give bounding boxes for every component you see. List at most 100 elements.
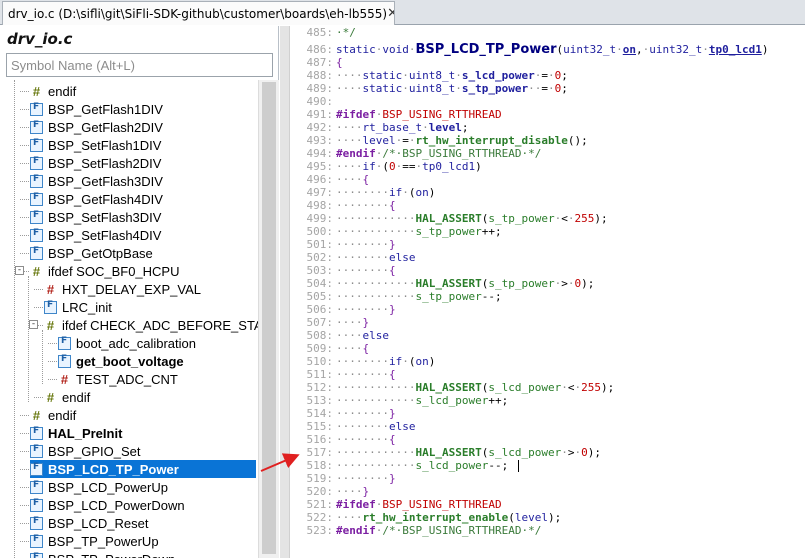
code-line[interactable]: 505: ············s_tp_power--;: [291, 290, 502, 303]
code-line[interactable]: 498: ········{: [291, 199, 396, 212]
file-tab-title[interactable]: drv_io.c (D:\sifli\git\SiFli-SDK-github\…: [8, 7, 387, 21]
code-line[interactable]: 506: ········}: [291, 303, 396, 316]
symbol-item[interactable]: BSP_SetFlash2DIV: [30, 154, 163, 172]
code-line[interactable]: 517: ············HAL_ASSERT(s_lcd_power·>…: [291, 446, 601, 459]
code-line[interactable]: 518: ············s_lcd_power--;: [291, 459, 509, 472]
code-editor[interactable]: 485: ·*/ 486: static·void·BSP_LCD_TP_Power(…: [291, 26, 805, 558]
code-token: ·: [408, 43, 416, 56]
symbol-item-label: BSP_GetFlash4DIV: [48, 191, 163, 207]
symbol-item[interactable]: endif: [44, 388, 92, 406]
symbol-item[interactable]: endif: [30, 406, 78, 424]
symbol-scrollbar[interactable]: [258, 80, 279, 558]
code-line[interactable]: 503: ········{: [291, 264, 396, 277]
line-number: 508:: [306, 329, 334, 342]
symbol-search-input[interactable]: [6, 53, 273, 77]
code-line[interactable]: 504: ············HAL_ASSERT(s_tp_power·>·…: [291, 277, 595, 290]
code-token: if: [388, 355, 403, 368]
close-icon[interactable]: ✕: [387, 6, 394, 21]
code-line[interactable]: 501: ········}: [291, 238, 396, 251]
symbol-item[interactable]: BSP_GetFlash1DIV: [30, 100, 165, 118]
code-line[interactable]: 491: #ifdef·BSP_USING_RTTHREAD: [291, 108, 502, 121]
code-line[interactable]: 507: ····}: [291, 316, 370, 329]
code-token: tp0_lcd1: [708, 43, 762, 56]
code-line[interactable]: 490:: [291, 95, 336, 108]
symbol-item-label: BSP_LCD_PowerDown: [48, 497, 185, 513]
code-token: ): [428, 186, 436, 199]
code-line[interactable]: 493: ····level·=·rt_hw_interrupt_disable(…: [291, 134, 588, 147]
file-tab[interactable]: drv_io.c (D:\sifli\git\SiFli-SDK-github\…: [2, 1, 395, 25]
symbol-item[interactable]: LRC_init: [44, 298, 114, 316]
code-line[interactable]: 516: ········{: [291, 433, 396, 446]
symbol-item[interactable]: BSP_GetFlash4DIV: [30, 190, 165, 208]
code-token: ····: [336, 134, 363, 147]
line-number: 490:: [306, 95, 334, 108]
tree-connector: [20, 109, 29, 110]
line-number: 513:: [306, 394, 334, 407]
code-token: tp0_lcd1: [422, 160, 476, 173]
function-icon: [30, 480, 43, 494]
symbol-item[interactable]: BSP_TP_PowerDown: [30, 550, 177, 558]
symbol-item[interactable]: BSP_LCD_Reset: [30, 514, 150, 532]
tree-collapse-toggle[interactable]: -: [15, 266, 24, 275]
code-line[interactable]: 522: ····rt_hw_interrupt_enable(level);: [291, 511, 562, 524]
symbol-item-selected[interactable]: BSP_LCD_TP_Power: [30, 460, 256, 478]
code-token: =: [541, 69, 548, 82]
code-line[interactable]: 523: #endif·/*·BSP_USING_RTTHREAD·*/: [291, 524, 542, 537]
code-line[interactable]: 510: ········if·(on): [291, 355, 436, 368]
symbol-item[interactable]: BSP_TP_PowerUp: [30, 532, 161, 550]
symbol-item[interactable]: BSP_GetFlash2DIV: [30, 118, 165, 136]
code-token: ·: [547, 82, 555, 95]
code-line[interactable]: 487:{: [291, 56, 343, 69]
symbol-item[interactable]: HAL_PreInit: [30, 424, 124, 442]
symbol-item[interactable]: get_boot_voltage: [58, 352, 186, 370]
symbol-item[interactable]: BSP_LCD_PowerDown: [30, 496, 187, 514]
code-line[interactable]: 502: ········else: [291, 251, 416, 264]
code-line[interactable]: 512: ············HAL_ASSERT(s_lcd_power·<…: [291, 381, 615, 394]
code-token: ········: [336, 238, 389, 251]
code-line[interactable]: 492: ····rt_base_t·level;: [291, 121, 469, 134]
code-line[interactable]: 520: ····}: [291, 485, 370, 498]
code-line[interactable]: 489: ····static·uint8_t·s_tp_power··=·0;: [291, 82, 568, 95]
code-line[interactable]: 496: ····{: [291, 173, 370, 186]
code-token: s_tp_power: [488, 277, 555, 290]
symbol-item-label: BSP_GetOtpBase: [48, 245, 153, 261]
symbol-item[interactable]: BSP_LCD_PowerUp: [30, 478, 170, 496]
symbol-item[interactable]: TEST_ADC_CNT: [58, 370, 180, 388]
tree-collapse-toggle[interactable]: -: [29, 320, 38, 329]
symbol-item[interactable]: BSP_GetFlash3DIV: [30, 172, 165, 190]
symbol-item-label: boot_adc_calibration: [76, 335, 196, 351]
symbol-item[interactable]: BSP_SetFlash4DIV: [30, 226, 163, 244]
symbol-item[interactable]: BSP_SetFlash3DIV: [30, 208, 163, 226]
symbol-item[interactable]: ifdef SOC_BF0_HCPU: [30, 262, 182, 280]
code-line[interactable]: 515: ········else: [291, 420, 416, 433]
symbol-item[interactable]: boot_adc_calibration: [58, 334, 198, 352]
symbol-item[interactable]: endif: [30, 82, 78, 100]
code-token: ;: [461, 121, 469, 134]
symbol-item[interactable]: HXT_DELAY_EXP_VAL: [44, 280, 203, 298]
code-token: );: [600, 381, 615, 394]
code-line[interactable]: 497: ········if·(on): [291, 186, 436, 199]
code-line[interactable]: 500: ············s_tp_power++;: [291, 225, 502, 238]
line-number: 491:: [306, 108, 334, 121]
code-line[interactable]: 514: ········}: [291, 407, 396, 420]
symbol-item[interactable]: BSP_SetFlash1DIV: [30, 136, 163, 154]
tree-connector: [48, 361, 57, 362]
symbol-item[interactable]: ifdef CHECK_ADC_BEFORE_START: [44, 316, 279, 334]
symbol-item[interactable]: BSP_GetOtpBase: [30, 244, 155, 262]
code-line[interactable]: 509: ····{: [291, 342, 370, 355]
code-line[interactable]: 486: static·void·BSP_LCD_TP_Power(uint32_…: [291, 41, 769, 58]
code-line[interactable]: 513: ············s_lcd_power++;: [291, 394, 509, 407]
scrollbar-thumb[interactable]: [262, 82, 276, 554]
line-number: 509:: [306, 342, 334, 355]
code-line[interactable]: 508: ····else: [291, 329, 390, 342]
code-line[interactable]: 511: ········{: [291, 368, 396, 381]
symbol-item[interactable]: BSP_GPIO_Set: [30, 442, 143, 460]
code-line[interactable]: 488: ····static·uint8_t·s_lcd_power·=·0;: [291, 69, 568, 82]
code-line[interactable]: 494: #endif·/*·BSP_USING_RTTHREAD·*/: [291, 147, 542, 160]
tree-connector: [20, 91, 29, 92]
code-line[interactable]: 521: #ifdef·BSP_USING_RTTHREAD: [291, 498, 502, 511]
code-line[interactable]: 495: ····if·(0·==·tp0_lcd1): [291, 160, 482, 173]
code-line[interactable]: 485: ·*/: [291, 26, 356, 39]
code-line[interactable]: 499: ············HAL_ASSERT(s_tp_power·<·…: [291, 212, 608, 225]
code-token: static: [362, 82, 403, 95]
